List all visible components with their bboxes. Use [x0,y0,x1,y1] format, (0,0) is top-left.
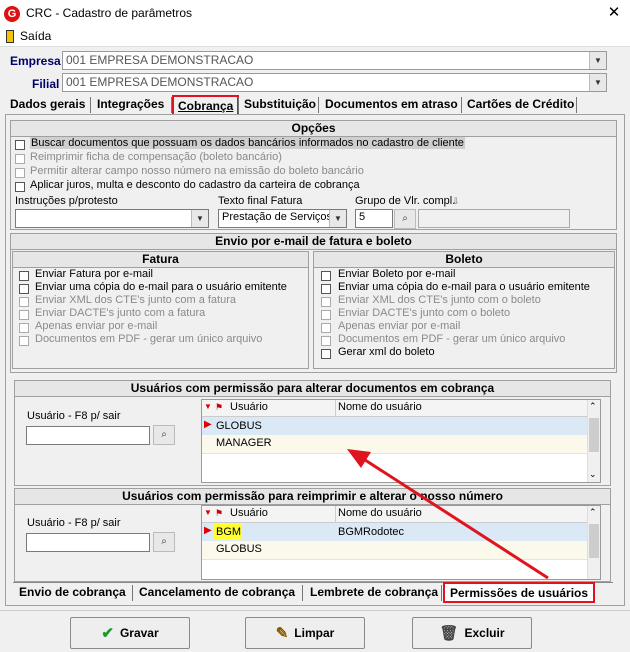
annotation-arrow-line [361,456,549,580]
annotation-arrow-overlay [347,449,549,580]
annotation-arrow-head [347,449,371,468]
